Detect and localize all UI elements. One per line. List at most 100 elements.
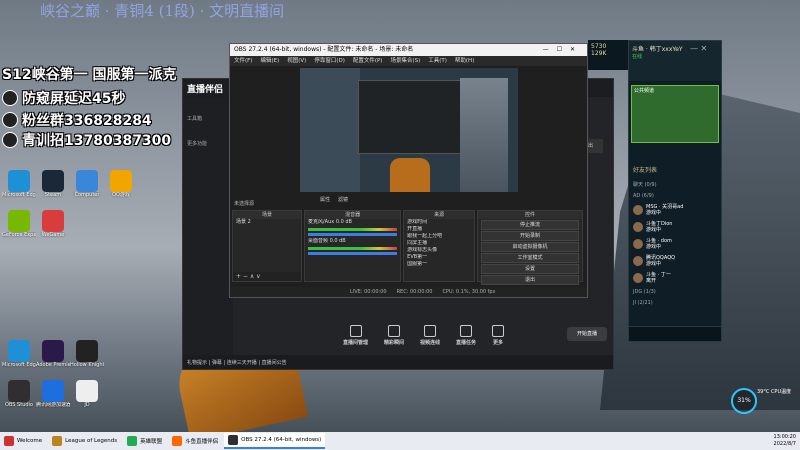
scenes-header: 场景: [233, 211, 301, 219]
taskbar-item[interactable]: 斗鱼直播伴侣: [168, 433, 222, 449]
taskbar-item[interactable]: OBS 27.2.4 (64-bit, windows): [224, 433, 326, 449]
source-item[interactable]: 开直播: [404, 226, 474, 233]
qq-game-icon: [110, 170, 132, 192]
start-recording-button[interactable]: 开始录制: [481, 231, 579, 241]
task-icon: [460, 325, 473, 337]
menu-edit[interactable]: 编辑(E): [260, 56, 279, 66]
tool-button[interactable]: 直播任务: [456, 325, 476, 346]
accelerator-icon: [42, 380, 64, 402]
mixer-channel-name: 麦克风/Aux 0.0 dB: [307, 219, 352, 225]
source-item[interactable]: 游戏标志头像: [404, 247, 474, 254]
desktop-icon[interactable]: Microsoft Edge: [2, 170, 36, 198]
scenes-dock: 场景 场景 2 + − ∧ ∨: [232, 210, 302, 282]
menu-profile[interactable]: 配置文件(P): [353, 56, 383, 66]
desktop-icon[interactable]: Steam: [36, 170, 70, 198]
properties-button[interactable]: 属性: [320, 196, 330, 203]
taskbar-item[interactable]: League of Legends: [48, 433, 121, 449]
lol-social-panel: 斗鱼 · 韩丁xxxYeY 在线 公共频道 好友列表 聊天 (0/9) AD (…: [628, 40, 722, 342]
obs-preview[interactable]: [300, 68, 518, 192]
menu-docks[interactable]: 停靠窗口(D): [314, 56, 345, 66]
source-item[interactable]: EVB第一: [404, 254, 474, 261]
edge-icon: [8, 170, 30, 192]
obs-menubar: 文件(F) 编辑(E) 视图(V) 停靠窗口(D) 配置文件(P) 场景集合(S…: [230, 56, 587, 66]
desktop-icon[interactable]: WeGame: [36, 210, 70, 238]
tool-button[interactable]: 视频连线: [420, 325, 440, 346]
cpu-temp: 39°C CPU温度: [757, 389, 792, 395]
volume-slider[interactable]: [307, 233, 398, 236]
friend-group[interactable]: JDG (1/3): [633, 289, 717, 295]
taskbar: Welcome League of Legends 英雄联盟 斗鱼直播伴侣 OB…: [0, 432, 800, 450]
friends-list: 聊天 (0/9) AD (6/9) MSG · 关羽哥ad 游戏中 斗鱼丁Dion…: [633, 181, 717, 311]
taskbar-item[interactable]: 英雄联盟: [123, 433, 166, 449]
avatar: [633, 205, 643, 215]
menu-help[interactable]: 帮助(H): [455, 56, 474, 66]
scene-item[interactable]: 场景 2: [233, 219, 301, 226]
client-window-controls[interactable]: — ✕: [690, 44, 707, 53]
settings-button[interactable]: 设置: [481, 264, 579, 274]
menu-scene-collection[interactable]: 场景集合(S): [390, 56, 420, 66]
friend-row[interactable]: 斗鱼 · dom 游戏中: [633, 238, 717, 250]
desktop-icon[interactable]: Hollow Knight: [70, 340, 104, 368]
rec-timer: REC: 00:00:00: [396, 289, 433, 295]
taskbar-item[interactable]: Welcome: [0, 433, 46, 449]
source-item[interactable]: 国服第一: [404, 261, 474, 268]
be-value: 129K: [591, 50, 607, 57]
source-item[interactable]: 同屏主播: [404, 240, 474, 247]
friend-group[interactable]: JI (2/21): [633, 300, 717, 306]
scenes-toolbar[interactable]: + − ∧ ∨: [233, 272, 301, 281]
live-tools-row: 直播间管理 精彩瞬间 视频连线 直播任务 更多: [343, 325, 505, 346]
source-item[interactable]: 游戏时间: [404, 219, 474, 226]
friend-row[interactable]: 腾讯QQAQQ 游戏中: [633, 255, 717, 267]
menu-file[interactable]: 文件(F): [234, 56, 252, 66]
studio-mode-button[interactable]: 工作室模式: [481, 253, 579, 263]
system-clock[interactable]: 13:00:20 2022/8/7: [774, 434, 796, 448]
app-icon: [52, 436, 63, 446]
live-app-sidebar: 工具箱 更多功能: [183, 97, 233, 369]
friend-row[interactable]: MSG · 关羽哥ad 游戏中: [633, 204, 717, 216]
steam-icon: [42, 170, 64, 192]
virtual-camera-button[interactable]: 启动虚拟摄像机: [481, 242, 579, 252]
friend-group[interactable]: 聊天 (0/9): [633, 181, 717, 188]
volume-slider[interactable]: [307, 252, 398, 255]
source-item[interactable]: 跟我一起上分吧: [404, 233, 474, 240]
stream-banner: 峡谷之巅 · 青铜4 (1段) · 文明直播间: [40, 2, 285, 20]
menu-view[interactable]: 视图(V): [287, 56, 306, 66]
overlay-line-4: 青训招13780387300: [2, 130, 171, 150]
menu-tools[interactable]: 工具(T): [428, 56, 447, 66]
stop-stream-button[interactable]: 停止推流: [481, 220, 579, 230]
friend-row[interactable]: 斗鱼丁Dion 游戏中: [633, 221, 717, 233]
party-panel[interactable]: 公共频道: [631, 85, 719, 143]
desktop-icon[interactable]: GeForce Experience: [2, 210, 36, 238]
overlay-line-1: S12峡谷第一 国服第一派克: [2, 67, 177, 83]
avatar: [633, 256, 643, 266]
video-icon: [424, 325, 437, 337]
social-toolbar[interactable]: [629, 326, 721, 341]
exit-button[interactable]: 退出: [481, 275, 579, 285]
tool-button[interactable]: 精彩瞬间: [384, 325, 404, 346]
obs-titlebar[interactable]: OBS 27.2.4 (64-bit, windows) - 配置文件: 未命名…: [230, 44, 587, 56]
filters-button[interactable]: 滤镜: [338, 196, 348, 203]
sources-header: 来源: [404, 211, 475, 219]
desktop-icon[interactable]: OBS Studio: [2, 380, 36, 408]
overlay-line-2: 防窥屏延迟45秒: [2, 88, 125, 108]
geforce-icon: [8, 210, 30, 232]
desktop-icon[interactable]: 腾讯网游加速器: [36, 380, 70, 408]
avatar: [633, 239, 643, 249]
no-source-label: 未选择源: [234, 201, 255, 207]
app-icon: [127, 436, 138, 446]
friend-group[interactable]: AD (6/9): [633, 193, 717, 199]
window-controls[interactable]: —☐✕: [543, 44, 583, 56]
side-item[interactable]: 更多功能: [187, 140, 233, 147]
side-item[interactable]: 工具箱: [187, 115, 233, 122]
friends-header: 好友列表: [633, 167, 658, 174]
desktop-icon[interactable]: Computer: [70, 170, 104, 198]
tool-button[interactable]: 直播间管理: [343, 325, 368, 346]
tool-button[interactable]: 更多: [492, 325, 505, 346]
desktop-icon[interactable]: QQ游戏: [104, 170, 138, 198]
cpu-fps: CPU: 0.1%, 30.00 fps: [442, 289, 496, 295]
friend-row[interactable]: 斗鱼 · 丁一 离开: [633, 272, 717, 284]
desktop-icon[interactable]: Adobe Premiere: [36, 340, 70, 368]
start-live-button[interactable]: 开始直播: [567, 327, 607, 341]
desktop-icon[interactable]: JD: [70, 380, 104, 408]
desktop-icon[interactable]: Microsoft Edge: [2, 340, 36, 368]
